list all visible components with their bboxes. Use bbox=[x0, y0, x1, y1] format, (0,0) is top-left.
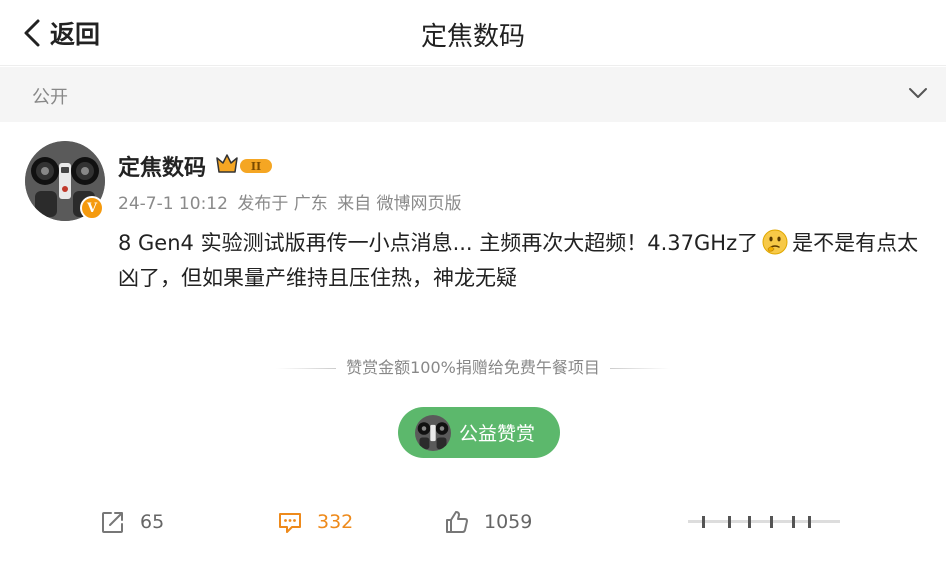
post-source: 来自 微博网页版 bbox=[337, 194, 462, 214]
reward-note: 赞赏金额100%捐赠给免费午餐项目 bbox=[0, 354, 946, 378]
share-button[interactable]: 65 bbox=[100, 500, 164, 544]
like-button[interactable]: 1059 bbox=[444, 500, 532, 544]
share-icon bbox=[102, 512, 123, 533]
chevron-down-icon[interactable] bbox=[908, 86, 928, 100]
thinking-emoji-icon bbox=[762, 229, 788, 255]
visibility-label: 公开 bbox=[32, 87, 68, 108]
post-time[interactable]: 24-7-1 10:12 bbox=[118, 194, 228, 214]
charity-reward-button[interactable]: 公益赞赏 bbox=[398, 407, 560, 458]
post-location: 发布于 广东 bbox=[237, 194, 328, 214]
thumbs-up-icon bbox=[446, 511, 468, 533]
share-count: 65 bbox=[140, 511, 165, 533]
reward-button-label: 公益赞赏 bbox=[459, 423, 536, 445]
verified-badge-icon: V bbox=[80, 196, 104, 220]
post-text-part1: 8 Gen4 实验测试版再传一小点消息... 主频再次大超频！4.37GHz了 bbox=[118, 231, 759, 255]
divider bbox=[609, 368, 670, 369]
comment-button[interactable]: 332 bbox=[277, 500, 353, 544]
comment-icon bbox=[279, 513, 301, 533]
visibility-row[interactable]: 公开 bbox=[0, 67, 946, 122]
post-meta: 24-7-1 10:12 发布于 广东 来自 微博网页版 bbox=[118, 189, 466, 214]
vip-crown-icon[interactable]: II bbox=[215, 151, 273, 177]
divider bbox=[276, 368, 337, 369]
reward-avatar bbox=[415, 414, 451, 451]
blurred-artifact bbox=[688, 516, 840, 528]
page-title: 定焦数码 bbox=[420, 22, 525, 52]
reward-note-text: 赞赏金额100%捐赠给免费午餐项目 bbox=[346, 358, 600, 377]
author-name[interactable]: 定焦数码 bbox=[118, 150, 206, 182]
comment-count: 332 bbox=[317, 511, 354, 533]
like-count: 1059 bbox=[484, 511, 533, 533]
top-bar: 返回 定焦数码 bbox=[0, 0, 946, 66]
post-text: 8 Gen4 实验测试版再传一小点消息... 主频再次大超频！4.37GHz了 … bbox=[118, 226, 926, 296]
svg-text:II: II bbox=[251, 160, 261, 173]
